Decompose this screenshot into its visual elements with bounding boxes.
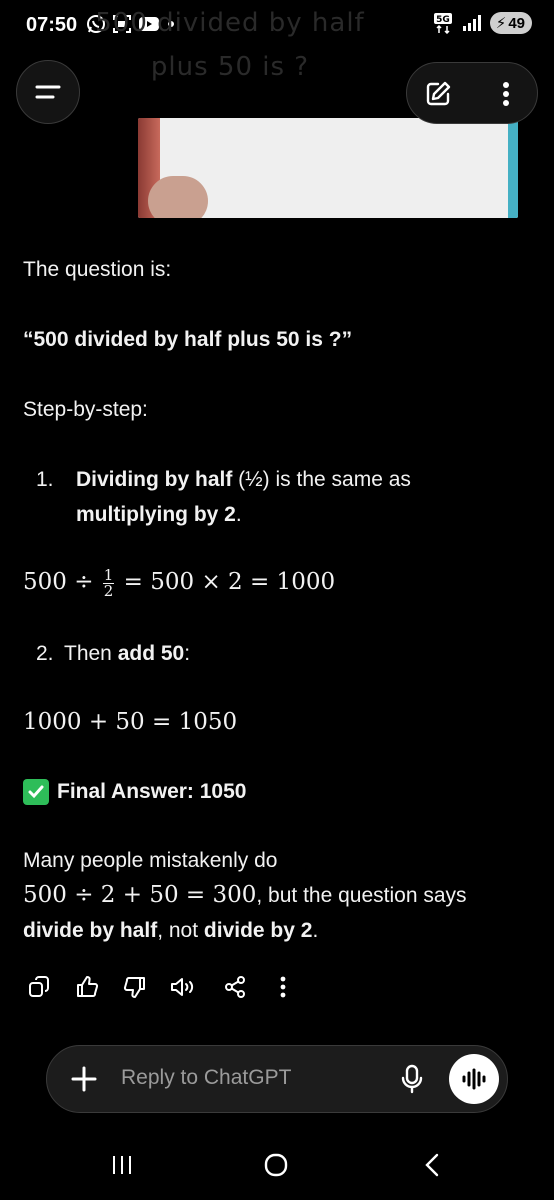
- more-vertical-icon: [280, 976, 286, 998]
- step-2-number: 2.: [36, 642, 54, 665]
- attach-button[interactable]: [69, 1064, 99, 1094]
- recent-apps-icon: [113, 1156, 131, 1174]
- like-button[interactable]: [72, 972, 102, 1002]
- attached-image[interactable]: [138, 118, 518, 218]
- final-answer-text: Final Answer: 1050: [57, 780, 247, 803]
- message-intro: The question is:: [23, 258, 172, 281]
- step-1-bold-a: Dividing by half: [76, 468, 233, 491]
- home-button[interactable]: [256, 1150, 296, 1180]
- step-1-bold-b: multiplying by 2: [76, 503, 236, 526]
- svg-text:5G: 5G: [436, 15, 450, 25]
- reply-input[interactable]: Reply to ChatGPT: [121, 1066, 291, 1090]
- composer: Reply to ChatGPT: [46, 1045, 508, 1113]
- plus-icon: [71, 1066, 97, 1092]
- read-aloud-button[interactable]: [168, 972, 198, 1002]
- equation-1: 500 ÷ 12 = 500 × 2 = 1000: [23, 565, 335, 600]
- check-icon: [23, 778, 49, 805]
- status-right: 5G ⚡ 49: [432, 12, 532, 34]
- note-bold-a: divide by half: [23, 919, 158, 942]
- back-button[interactable]: [412, 1150, 452, 1180]
- system-navigation-bar: [0, 1130, 554, 1200]
- equation-1-fraction: 12: [102, 567, 115, 600]
- dislike-button[interactable]: [120, 972, 150, 1002]
- note-end: .: [312, 919, 319, 942]
- step-2: 2. Then add 50:: [36, 636, 190, 671]
- message-more-button[interactable]: [268, 972, 298, 1002]
- edit-icon: [426, 81, 451, 106]
- top-actions: [406, 62, 538, 124]
- voice-mode-icon: [462, 1068, 486, 1090]
- note-line1: Many people mistakenly do: [23, 849, 278, 872]
- step-1-number: 1.: [36, 468, 54, 491]
- message-quote: “500 divided by half plus 50 is ?”: [23, 328, 353, 351]
- microphone-button[interactable]: [397, 1063, 427, 1095]
- signal-icon: [462, 15, 481, 31]
- copy-button[interactable]: [24, 972, 54, 1002]
- step-2-text: Then: [64, 642, 118, 665]
- microphone-icon: [401, 1064, 423, 1094]
- copy-icon: [29, 976, 49, 997]
- battery-indicator: ⚡ 49: [489, 12, 532, 34]
- final-answer: Final Answer: 1050: [23, 774, 246, 809]
- step-1: 1. Dividing by half (½) is the same as mu…: [36, 462, 411, 532]
- equation-2: 1000 + 50 = 1050: [23, 709, 238, 735]
- note-bold-b: divide by 2: [203, 919, 313, 942]
- message-actions: [24, 972, 324, 1002]
- more-options-button[interactable]: [489, 77, 523, 111]
- step-2-bold: add 50: [117, 642, 185, 665]
- battery-charging-icon: ⚡: [495, 15, 507, 32]
- equation-1-lhs: 500 ÷: [23, 569, 101, 595]
- new-chat-button[interactable]: [421, 77, 455, 111]
- home-icon: [264, 1153, 288, 1177]
- fraction-denominator: 2: [103, 581, 114, 600]
- note-math: 500 ÷ 2 + 50 = 300: [23, 882, 257, 908]
- network-5g-icon: 5G: [433, 13, 452, 34]
- image-text-line2: plus 50 is ?: [150, 52, 310, 82]
- equation-1-rhs: = 500 × 2 = 1000: [116, 569, 336, 595]
- step-2-tail: :: [184, 642, 191, 665]
- note-mid: , not: [157, 919, 204, 942]
- note-line2-tail: , but the question says: [256, 884, 467, 907]
- recent-apps-button[interactable]: [102, 1150, 142, 1180]
- image-edge-right: [508, 118, 518, 218]
- more-vertical-icon: [503, 82, 509, 106]
- step-1-text-b: .: [235, 503, 242, 526]
- step-1-text-a: (½) is the same as: [232, 468, 411, 491]
- thumbs-up-icon: [77, 976, 99, 997]
- voice-mode-button[interactable]: [449, 1054, 499, 1104]
- image-edge-left: [138, 118, 160, 218]
- note-paragraph: Many people mistakenly do 500 ÷ 2 + 50 =…: [23, 843, 533, 948]
- battery-level: 49: [508, 14, 525, 32]
- image-thumb: [148, 176, 208, 218]
- thumbs-down-icon: [123, 977, 145, 998]
- image-text-line1: 500 divided by half: [95, 8, 365, 38]
- share-icon: [225, 976, 245, 998]
- speaker-icon: [171, 978, 194, 996]
- back-icon: [425, 1153, 439, 1177]
- menu-icon: [35, 85, 61, 99]
- share-button[interactable]: [220, 972, 250, 1002]
- steps-heading: Step-by-step:: [23, 398, 148, 421]
